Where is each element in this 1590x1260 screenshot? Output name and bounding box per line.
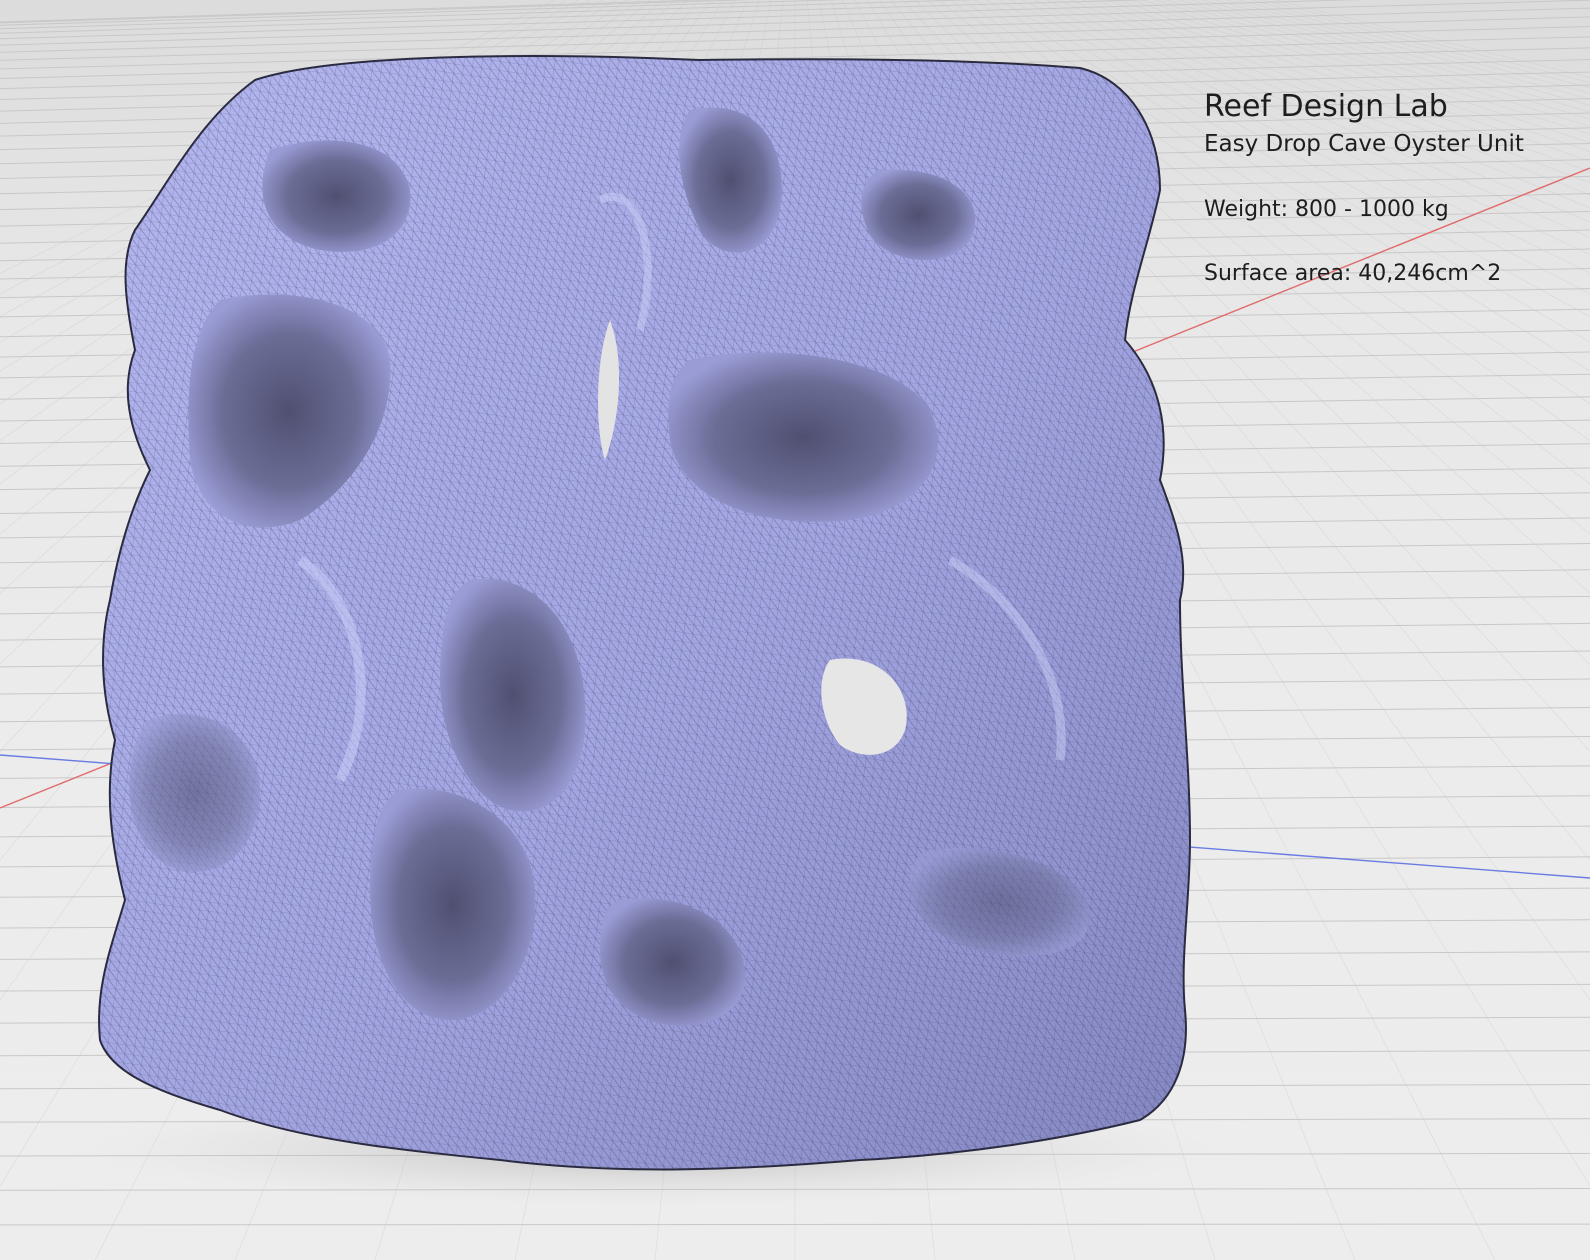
weight-spec: Weight: 800 - 1000 kg (1204, 197, 1449, 223)
info-panel: Reef Design Lab Easy Drop Cave Oyster Un… (1204, 88, 1524, 287)
surface-area-spec: Surface area: 40,246cm^2 (1204, 260, 1502, 286)
product-subtitle: Easy Drop Cave Oyster Unit (1204, 130, 1524, 157)
cave-oyster-unit-mesh[interactable] (98, 55, 1192, 1171)
3d-viewport[interactable]: Reef Design Lab Easy Drop Cave Oyster Un… (0, 0, 1590, 1260)
company-title: Reef Design Lab (1204, 89, 1448, 124)
